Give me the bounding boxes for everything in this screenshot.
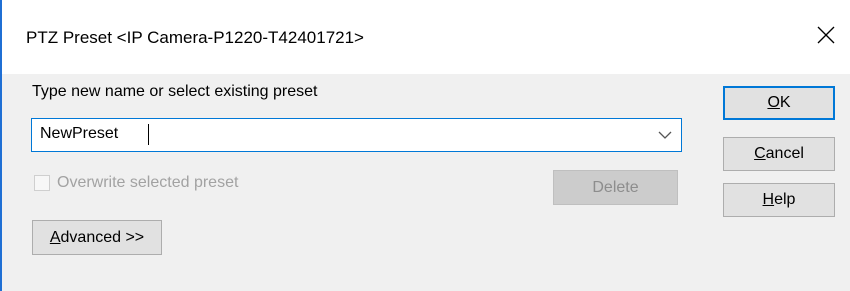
overwrite-checkbox[interactable] [34,175,50,191]
overwrite-label: Overwrite selected preset [57,174,239,191]
help-button[interactable]: Help [723,183,835,217]
preset-name-combobox[interactable]: NewPreset [31,118,682,152]
preset-name-input[interactable]: NewPreset [40,125,118,143]
ok-label: K [779,94,791,111]
close-icon [817,26,835,44]
chevron-down-icon[interactable] [657,128,673,142]
advanced-label: dvanced >> [60,228,145,246]
help-label: elp [774,191,796,208]
close-button[interactable] [806,18,846,52]
delete-button[interactable]: Delete [553,170,678,205]
cancel-label: ancel [765,145,804,162]
window-title: PTZ Preset <IP Camera-P1220-T42401721> [26,28,364,47]
ok-mnemonic: O [767,94,780,111]
ok-button[interactable]: OK [723,86,835,120]
title-bar: PTZ Preset <IP Camera-P1220-T42401721> [0,0,850,74]
cancel-button[interactable]: Cancel [723,137,835,171]
help-mnemonic: H [762,191,775,208]
preset-name-prompt: Type new name or select existing preset [32,83,318,100]
cancel-mnemonic: C [754,145,766,162]
overwrite-option: Overwrite selected preset [34,172,238,194]
advanced-mnemonic: A [49,228,61,246]
ptz-preset-dialog: PTZ Preset <IP Camera-P1220-T42401721> T… [0,0,850,291]
advanced-button[interactable]: Advanced >> [32,220,162,255]
window-border [0,0,2,291]
delete-label: Delete [592,178,639,196]
text-caret [148,124,149,145]
